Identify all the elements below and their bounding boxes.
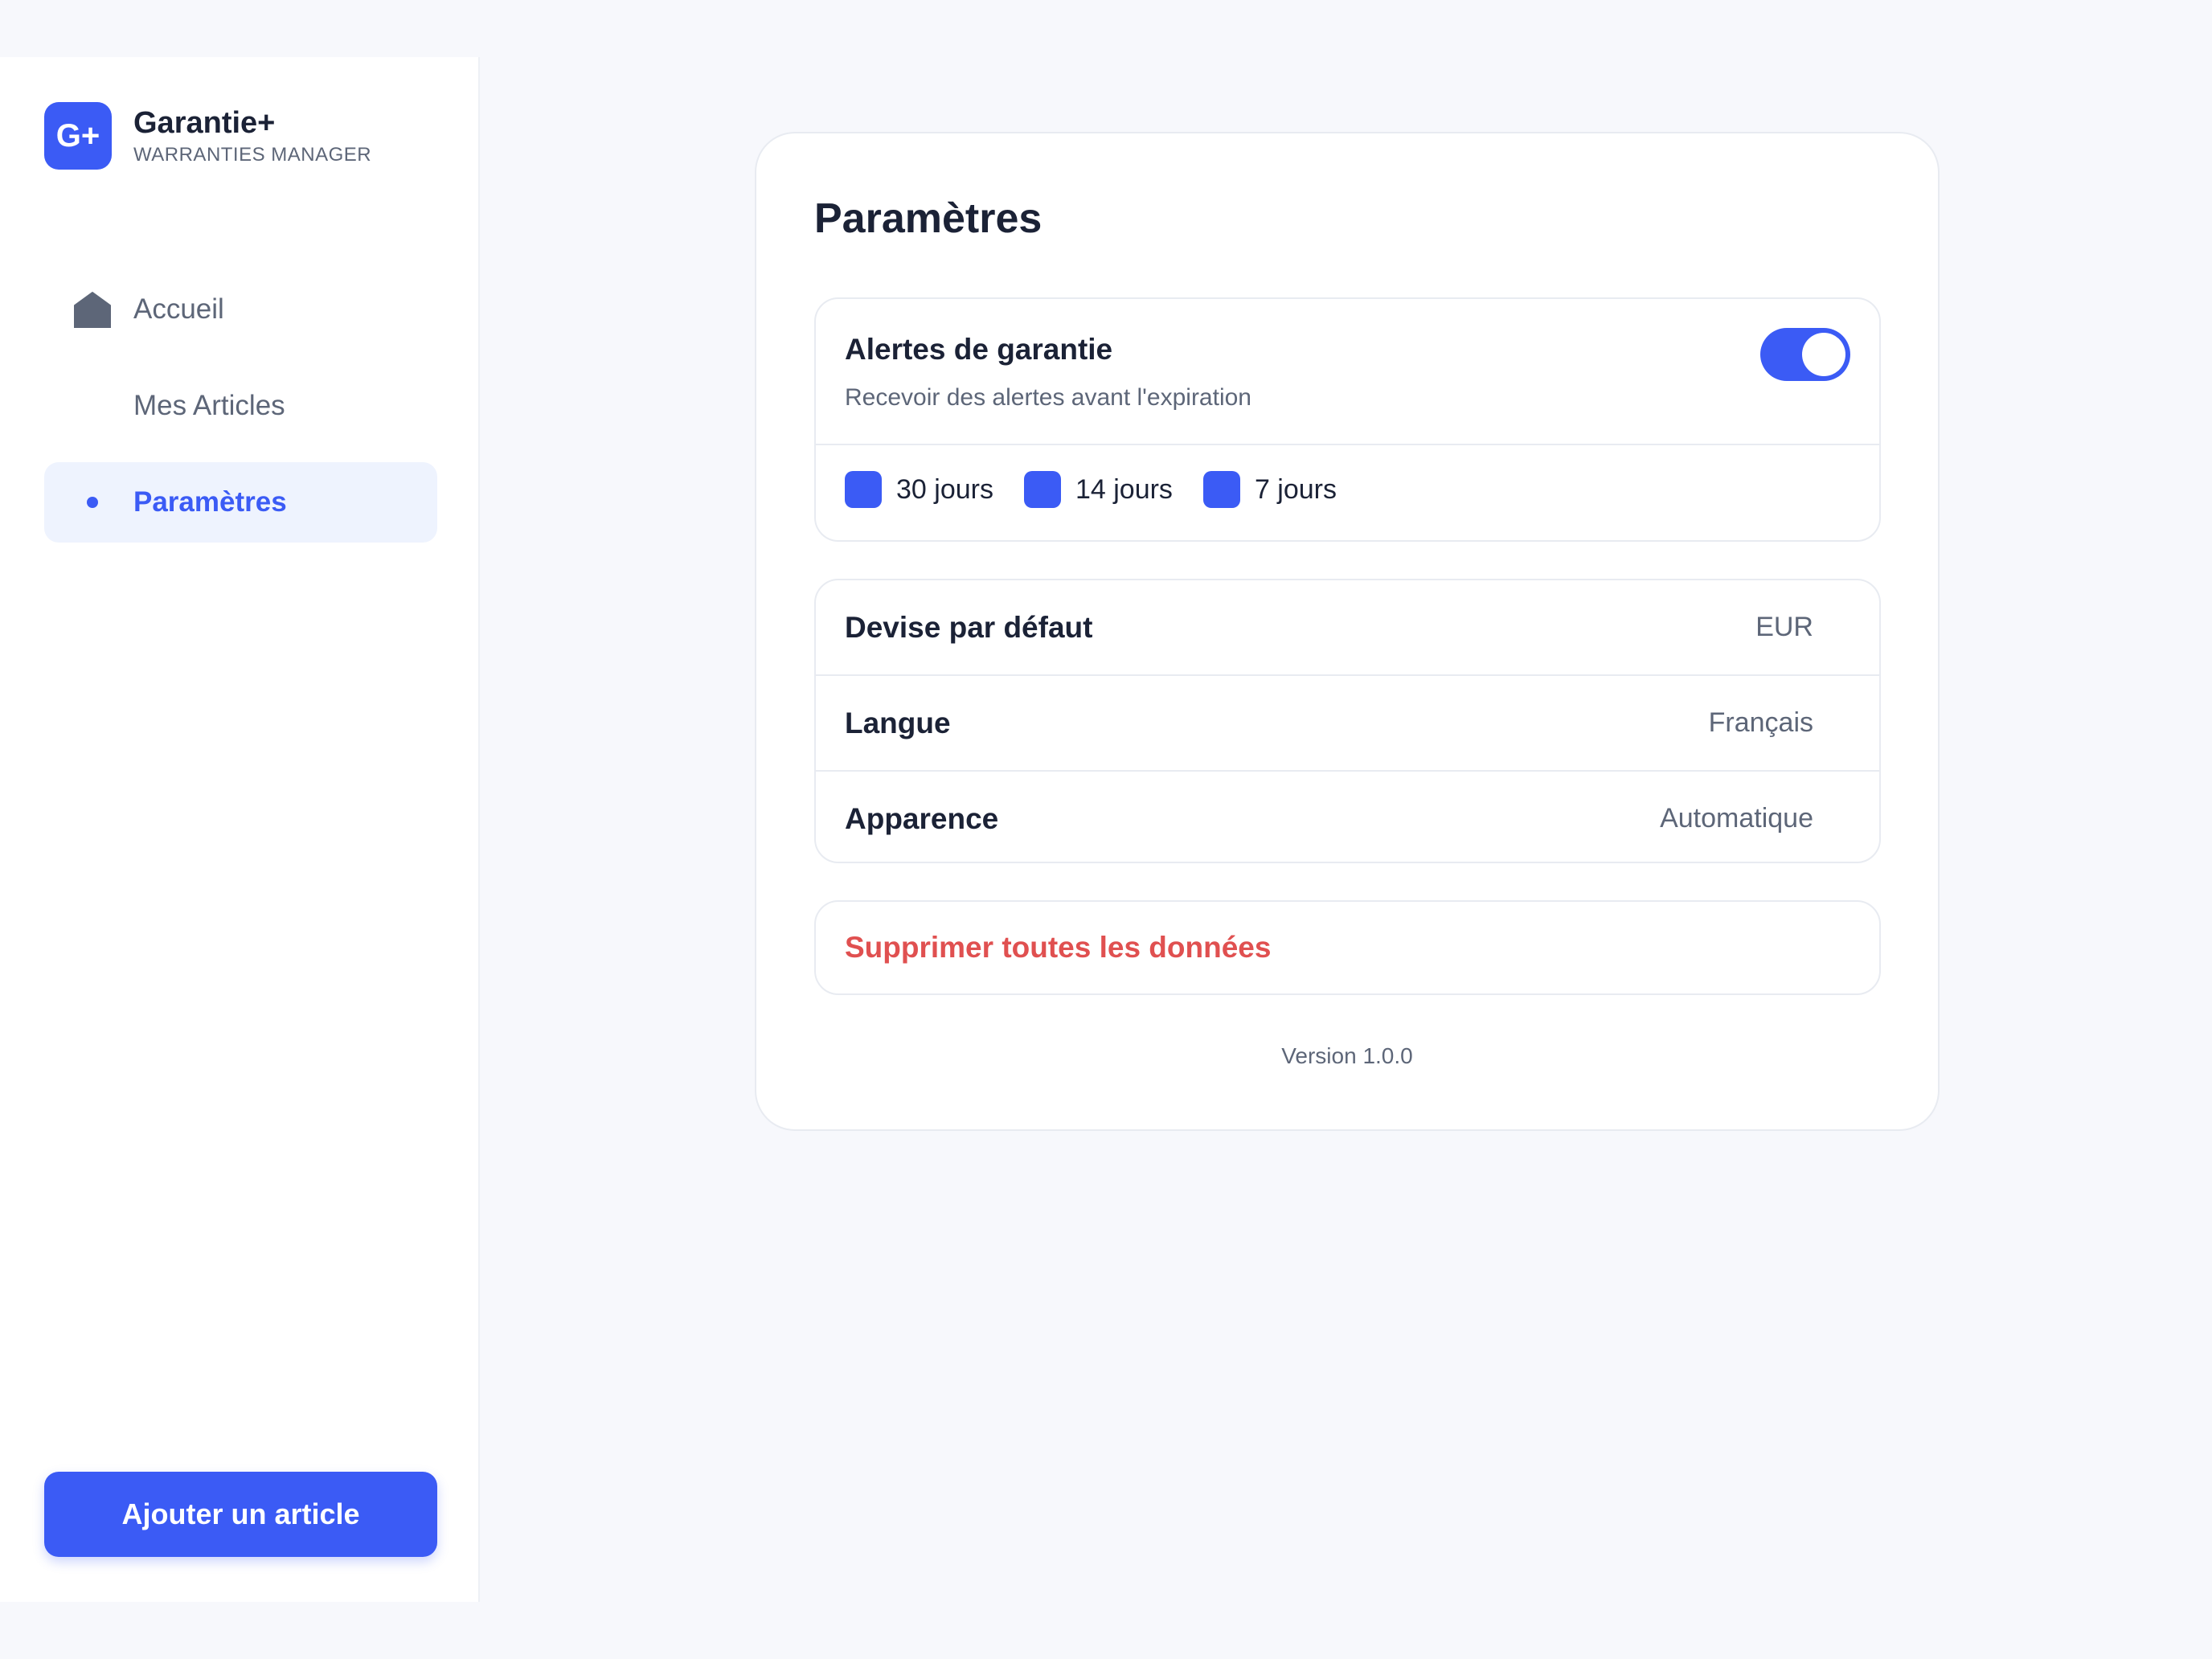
language-label: Langue: [845, 706, 951, 739]
alert-option-14-days[interactable]: 14 jours: [1023, 471, 1173, 508]
warranty-alerts-header: Alertes de garantie Recevoir des alertes…: [816, 299, 1879, 445]
currency-label: Devise par défaut: [845, 610, 1093, 644]
alert-days-options: 30 jours 14 jours 7 jours: [845, 471, 1367, 508]
sidebar-item-mes-articles[interactable]: Mes Articles: [44, 366, 437, 446]
appearance-label: Apparence: [845, 801, 999, 835]
settings-card: Paramètres Alertes de garantie Recevoir …: [755, 132, 1940, 1131]
sidebar-item-label: Mes Articles: [133, 390, 285, 421]
version-text: Version 1.0.0: [1281, 1043, 1413, 1068]
home-icon: [74, 292, 111, 328]
appearance-row[interactable]: Apparence Automatique: [816, 772, 1879, 862]
alert-option-label: 30 jours: [896, 473, 993, 505]
add-article-button[interactable]: Ajouter un article: [44, 1472, 437, 1557]
brand: G+ Garantie+ WARRANTIES MANAGER: [44, 102, 371, 170]
sidebar-item-label: Accueil: [133, 293, 224, 325]
app-logo: G+: [44, 102, 112, 170]
brand-text: Garantie+ WARRANTIES MANAGER: [133, 105, 371, 166]
sidebar-item-parametres[interactable]: Paramètres: [44, 462, 437, 543]
checkbox-icon[interactable]: [1023, 471, 1061, 508]
currency-row[interactable]: Devise par défaut EUR: [816, 580, 1879, 676]
warranty-alerts-subtitle: Recevoir des alertes avant l'expiration: [845, 384, 1251, 411]
checkbox-icon[interactable]: [845, 471, 882, 508]
alert-option-7-days[interactable]: 7 jours: [1202, 471, 1337, 508]
warranty-alerts-title: Alertes de garantie: [845, 333, 1113, 366]
toggle-knob: [1802, 333, 1845, 376]
dot-icon: [87, 497, 98, 508]
checkbox-icon[interactable]: [1202, 471, 1240, 508]
alert-option-label: 14 jours: [1075, 473, 1173, 505]
app-subtitle: WARRANTIES MANAGER: [133, 144, 372, 166]
alert-option-label: 7 jours: [1254, 473, 1337, 505]
alert-option-30-days[interactable]: 30 jours: [845, 471, 993, 508]
sidebar: G+ Garantie+ WARRANTIES MANAGER Accueil …: [0, 57, 480, 1602]
sidebar-item-accueil[interactable]: Accueil: [44, 269, 437, 350]
page-title: Paramètres: [814, 195, 1043, 242]
warranty-alerts-panel: Alertes de garantie Recevoir des alertes…: [814, 297, 1881, 542]
delete-all-data-label: Supprimer toutes les données: [845, 931, 1272, 964]
currency-value: EUR: [1755, 612, 1813, 642]
warranty-alerts-toggle[interactable]: [1760, 328, 1850, 381]
appearance-value: Automatique: [1660, 803, 1813, 834]
delete-all-data-button[interactable]: Supprimer toutes les données: [814, 900, 1881, 995]
app-name: Garantie+: [133, 106, 276, 140]
language-row[interactable]: Langue Français: [816, 676, 1879, 772]
language-value: Français: [1708, 707, 1813, 738]
sidebar-nav: Accueil Mes Articles Paramètres: [44, 269, 437, 559]
sidebar-item-label: Paramètres: [133, 486, 287, 518]
preferences-panel: Devise par défaut EUR Langue Français Ap…: [814, 579, 1881, 863]
